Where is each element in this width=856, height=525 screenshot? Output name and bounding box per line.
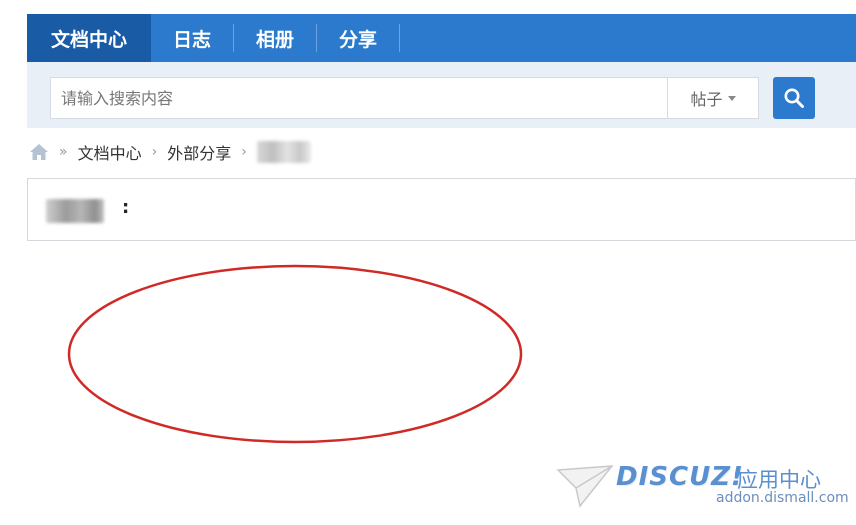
watermark-url: addon.dismall.com [716, 490, 849, 506]
breadcrumb-separator: › [151, 144, 158, 160]
watermark-brand: DISCUZ! [616, 462, 744, 492]
breadcrumb-separator: » [59, 144, 68, 160]
breadcrumb-item-docs[interactable]: 文档中心 [78, 140, 142, 164]
search-type-label: 帖子 [690, 90, 723, 109]
chevron-down-icon [727, 95, 736, 101]
breadcrumb-separator: › [241, 144, 247, 160]
search-bar: 帖子 [27, 62, 856, 128]
top-nav: 文档中心 日志 相册 分享 [27, 14, 856, 62]
annotation-ellipse [67, 264, 523, 444]
paper-plane-icon [556, 465, 614, 508]
search-box: 帖子 [50, 77, 759, 119]
nav-divider [399, 24, 401, 52]
search-type-select[interactable]: 帖子 [667, 78, 758, 118]
post-title-redacted [46, 199, 104, 223]
breadcrumb-item-redacted[interactable] [256, 141, 311, 163]
post-title-suffix: : [122, 197, 130, 218]
nav-item-docs[interactable]: 文档中心 [27, 14, 152, 62]
breadcrumb-item-external-share[interactable]: 外部分享 [167, 140, 231, 164]
nav-item-share[interactable]: 分享 [317, 14, 399, 62]
nav-item-blog[interactable]: 日志 [151, 14, 233, 62]
breadcrumb: » 文档中心 › 外部分享 › [29, 140, 311, 164]
search-input[interactable] [51, 78, 667, 118]
post-header: : [27, 178, 856, 241]
nav-item-album[interactable]: 相册 [234, 14, 316, 62]
home-icon[interactable] [29, 143, 49, 161]
discuz-watermark: DISCUZ! 应用中心 addon.dismall.com [556, 460, 849, 515]
search-button[interactable] [773, 77, 815, 119]
search-icon [784, 88, 804, 108]
